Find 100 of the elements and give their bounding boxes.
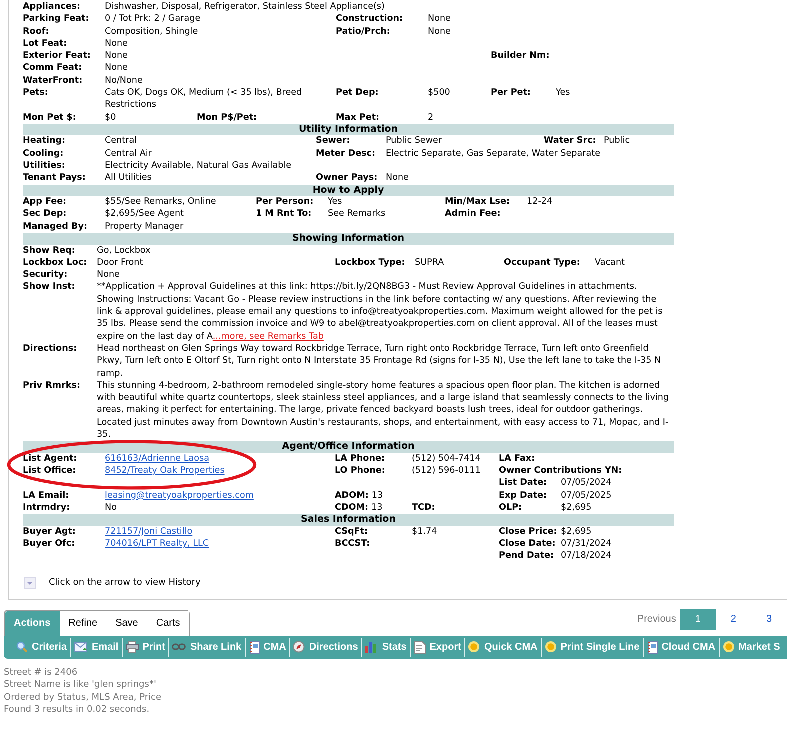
- field-value: Cats OK, Dogs OK, Medium (< 35 lbs), Breed Restrictions: [105, 87, 304, 112]
- field-link[interactable]: 616163/Adrienne Laosa: [105, 454, 210, 464]
- field-value: Central Air: [105, 148, 153, 160]
- field-label: Lockbox Loc:: [23, 256, 88, 270]
- field-value: $2,695: [561, 502, 593, 514]
- field-label: Parking Feat:: [23, 13, 90, 26]
- field-label: Builder Nm:: [491, 50, 551, 62]
- printer-icon: [126, 641, 139, 654]
- field-value: Composition, Shingle: [105, 26, 200, 38]
- field-value: Property Manager: [105, 220, 185, 234]
- field-label: LA Fax:: [499, 452, 536, 466]
- field-label: Intrmdry:: [23, 502, 72, 514]
- field-value: 07/31/2024: [561, 538, 613, 550]
- field-label: Mon P$/Pet:: [197, 112, 258, 124]
- field-label: Mon Pet $:: [23, 112, 78, 124]
- field-label: Lockbox Type:: [335, 256, 406, 270]
- field-link[interactable]: 8452/Treaty Oak Properties: [105, 466, 225, 476]
- field-label: Sec Dep:: [23, 208, 68, 221]
- field-value: None: [105, 50, 129, 62]
- page-link[interactable]: 3: [751, 608, 787, 630]
- sun-icon: [722, 641, 735, 654]
- field-value: Electricity Available, Natural Gas Available: [105, 160, 293, 172]
- field-label: List Office:: [23, 465, 78, 478]
- envelope-icon: [74, 641, 88, 654]
- field-label: 1 M Rnt To:: [256, 208, 313, 221]
- field-value: 07/05/2025: [561, 490, 613, 502]
- toolbar-button[interactable]: Email: [71, 638, 123, 657]
- field-label: BCCST:: [335, 538, 372, 550]
- field-value: This stunning 4-bedroom, 2-bathroom remodeled single-story home features a spacious open floor plan. The kitchen is adorned with beautiful white quartz countertops, sleek stainless steel appliances, and a large island that seamlessly connects to the living areas, making it perfect for entertaining. The large, private fenced backyard boasts lush trees, ideal for outdoor gatherings. Located just minutes away from Downtown Austin's restaurants, shops, and entertainment, with easy access to 71, Mopac, and I-35.: [97, 380, 670, 442]
- field-label: Owner Pays:: [316, 172, 379, 185]
- remarks-link[interactable]: ...more, see Remarks Tab: [212, 332, 324, 342]
- field-label: Directions:: [23, 342, 78, 356]
- field-value: 12-24: [527, 196, 554, 208]
- field-value: $1.74: [412, 526, 438, 538]
- field-label: LA Email:: [23, 490, 70, 502]
- field-label: WaterFront:: [23, 74, 84, 88]
- field-label: Patio/Prch:: [336, 26, 392, 38]
- field-label: Buyer Ofc:: [23, 538, 76, 550]
- field-value: (512) 596-0111: [412, 465, 482, 478]
- field-link[interactable]: leasing@treatyoakproperties.com: [105, 490, 254, 501]
- field-value: None: [428, 13, 452, 26]
- field-label: Heating:: [23, 135, 67, 148]
- field-label: Appliances:: [23, 1, 82, 14]
- field-label: Cooling:: [23, 148, 65, 160]
- toolbar-button[interactable]: Criteria: [4, 638, 72, 657]
- document-icon: [414, 640, 426, 654]
- section-header: Showing Information: [23, 233, 674, 245]
- field-value: All Utilities: [105, 172, 153, 185]
- sun-icon: [468, 641, 480, 654]
- field-label: Comm Feat:: [23, 62, 84, 75]
- field-label: Owner Contributions YN:: [499, 465, 624, 478]
- page-link[interactable]: 2: [716, 608, 752, 630]
- field-value: See Remarks: [328, 208, 387, 221]
- field-label: Construction:: [336, 13, 404, 26]
- previous-link[interactable]: Previous: [637, 614, 676, 625]
- field-value: 07/18/2024: [561, 550, 613, 563]
- sun-icon: [544, 641, 557, 654]
- field-label: Show Inst:: [23, 281, 76, 294]
- section-header: Agent/Office Information: [23, 441, 674, 453]
- field-label: App Fee:: [23, 196, 68, 208]
- field-value: $55/See Remarks, Online: [105, 196, 218, 208]
- field-value: None: [428, 26, 452, 38]
- section-header: How to Apply: [23, 184, 674, 196]
- field-value: Yes: [556, 87, 572, 100]
- field-value: (512) 504-7414: [412, 452, 482, 466]
- criteria-line: Found 3 results in 0.02 seconds.: [4, 704, 151, 717]
- field-label: List Date:: [499, 477, 548, 490]
- field-link[interactable]: 704016/LPT Realty, LLC: [105, 539, 210, 550]
- field-label: Security:: [23, 269, 69, 282]
- field-label: Managed By:: [23, 220, 88, 234]
- field-label: Utilities:: [23, 160, 66, 172]
- tab[interactable]: Actions: [5, 610, 60, 636]
- section-header: Sales Information: [23, 514, 674, 526]
- field-label: Lot Feat:: [23, 38, 68, 50]
- field-label: Sewer:: [316, 135, 352, 148]
- field-value: None: [105, 38, 129, 50]
- field-label: Exterior Feat:: [23, 50, 92, 62]
- field-label: Close Price:: [499, 526, 558, 538]
- field-value: $2,695/See Agent: [105, 208, 185, 221]
- field-value: 13: [372, 490, 384, 501]
- field-link[interactable]: 721157/Joni Castillo: [105, 526, 193, 537]
- section-header: Utility Information: [23, 124, 674, 136]
- field-value: $500: [428, 87, 452, 100]
- field-value: None: [105, 62, 129, 75]
- field-value: Public Sewer: [386, 135, 444, 148]
- field-label: Close Date:: [499, 538, 557, 550]
- field-value: Vacant: [595, 256, 626, 270]
- field-value: Dishwasher, Disposal, Refrigerator, Stainless Steel Appliance(s): [105, 1, 386, 14]
- criteria-line: Ordered by Status, MLS Area, Price: [4, 692, 163, 704]
- field-label: Max Pet:: [336, 112, 381, 124]
- field-value: SUPRA: [415, 256, 446, 270]
- field-value: None: [386, 172, 410, 185]
- field-value: Central: [105, 135, 138, 148]
- toolbar-button[interactable]: Directions: [290, 638, 362, 657]
- page-link[interactable]: 1: [680, 608, 716, 630]
- field-value: $0: [105, 112, 118, 124]
- field-label: Exp Date:: [499, 490, 548, 502]
- toolbar-button[interactable]: Share Link: [169, 638, 246, 657]
- field-label: CSqFt:: [335, 526, 369, 538]
- field-label: Pets:: [23, 87, 50, 100]
